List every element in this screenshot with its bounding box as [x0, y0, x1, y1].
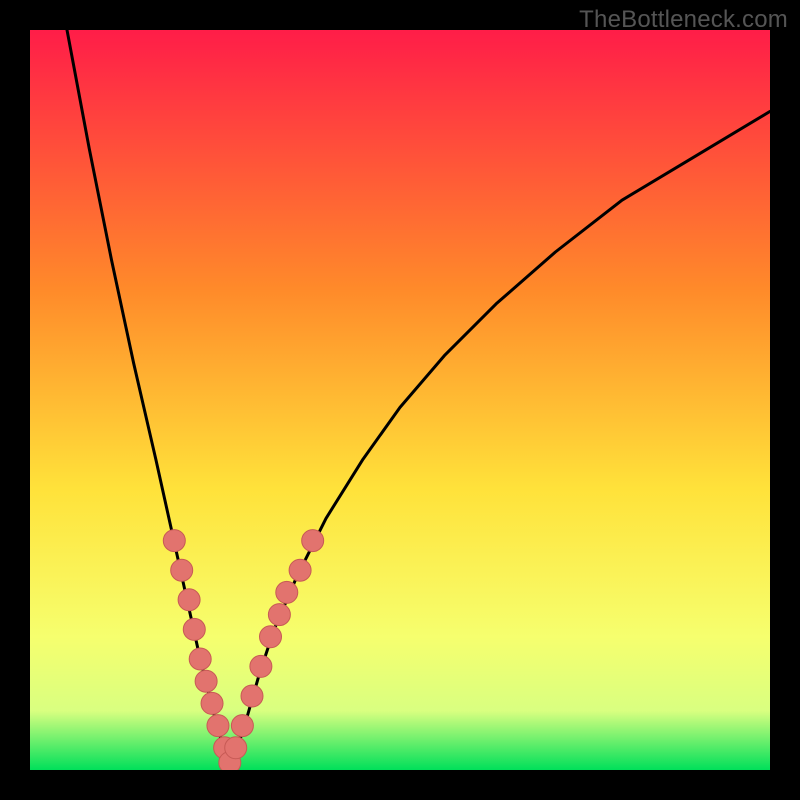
- data-marker: [207, 715, 229, 737]
- data-marker: [302, 530, 324, 552]
- data-marker: [225, 737, 247, 759]
- data-marker: [201, 692, 223, 714]
- data-marker: [163, 530, 185, 552]
- data-marker: [178, 589, 200, 611]
- data-marker: [276, 581, 298, 603]
- data-marker: [289, 559, 311, 581]
- data-marker: [189, 648, 211, 670]
- data-marker: [241, 685, 263, 707]
- data-marker: [250, 655, 272, 677]
- chart-frame: TheBottleneck.com: [0, 0, 800, 800]
- data-marker: [231, 715, 253, 737]
- data-marker: [268, 604, 290, 626]
- watermark-text: TheBottleneck.com: [579, 6, 788, 34]
- plot-area: [30, 30, 770, 770]
- data-marker: [195, 670, 217, 692]
- data-marker: [183, 618, 205, 640]
- data-marker: [260, 626, 282, 648]
- bottleneck-chart: [30, 30, 770, 770]
- data-marker: [171, 559, 193, 581]
